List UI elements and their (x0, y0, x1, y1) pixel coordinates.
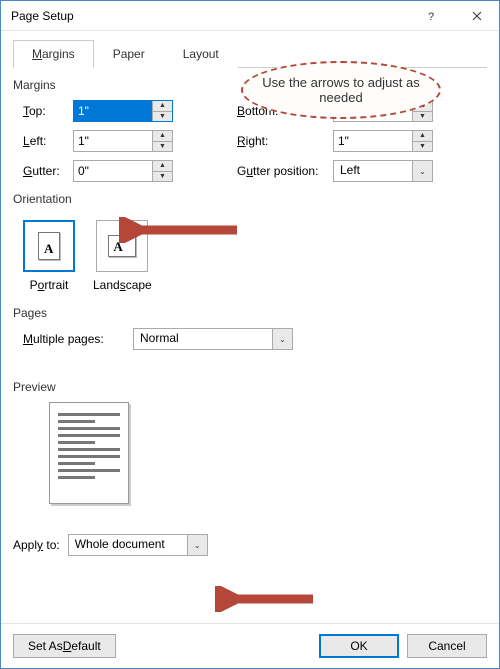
close-button[interactable] (454, 1, 499, 31)
right-input[interactable]: ▲ ▼ (333, 130, 433, 152)
titlebar: Page Setup ? (1, 1, 499, 31)
portrait-icon: A (23, 220, 75, 272)
right-spin-up[interactable]: ▲ (413, 131, 432, 141)
top-input-field[interactable] (74, 101, 152, 121)
top-spin-down[interactable]: ▼ (153, 111, 172, 122)
multiple-pages-select[interactable]: Normal ⌄ (133, 328, 293, 350)
annotation-callout-text: Use the arrows to adjust as needed (261, 75, 421, 105)
svg-text:?: ? (428, 11, 434, 21)
dialog-body: Use the arrows to adjust as needed (1, 31, 499, 566)
chevron-down-icon: ⌄ (187, 535, 207, 555)
tab-paper[interactable]: Paper (94, 40, 164, 68)
annotation-arrow-1 (119, 217, 239, 243)
left-spin-down[interactable]: ▼ (153, 141, 172, 152)
annotation-arrow-2 (215, 586, 315, 612)
window-title: Page Setup (11, 9, 409, 23)
apply-to-value: Whole document (69, 535, 187, 555)
ok-button[interactable]: OK (319, 634, 399, 658)
dialog-footer: Set As Default OK Cancel (1, 623, 499, 668)
multiple-pages-value: Normal (134, 329, 272, 349)
gutter-pos-label: Gutter position: (233, 164, 333, 178)
bottom-spin-down[interactable]: ▼ (413, 111, 432, 122)
preview-section-label: Preview (13, 380, 487, 394)
portrait-label: Portrait (30, 278, 69, 292)
right-spin-down[interactable]: ▼ (413, 141, 432, 152)
top-label: Top: (13, 104, 73, 118)
right-input-field[interactable] (334, 131, 412, 151)
tab-layout[interactable]: Layout (164, 40, 238, 68)
page-setup-dialog: Page Setup ? Use the arrows to adjust as… (0, 0, 500, 669)
left-input-field[interactable] (74, 131, 152, 151)
gutter-input[interactable]: ▲ ▼ (73, 160, 173, 182)
orientation-section-label: Orientation (13, 192, 487, 206)
gutter-spin-up[interactable]: ▲ (153, 161, 172, 171)
help-button[interactable]: ? (409, 1, 454, 31)
tab-bar: Margins Paper Layout (13, 39, 487, 68)
right-label: Right: (233, 134, 333, 148)
left-input[interactable]: ▲ ▼ (73, 130, 173, 152)
left-label: Left: (13, 134, 73, 148)
tab-margins[interactable]: Margins (13, 40, 94, 68)
top-input[interactable]: ▲ ▼ (73, 100, 173, 122)
top-spin-up[interactable]: ▲ (153, 101, 172, 111)
gutter-label: Gutter: (13, 164, 73, 178)
preview-thumbnail (49, 402, 129, 504)
annotation-callout: Use the arrows to adjust as needed (241, 61, 441, 119)
gutter-pos-select[interactable]: Left ⌄ (333, 160, 433, 182)
orientation-portrait[interactable]: A Portrait (23, 220, 75, 292)
apply-to-label: Apply to: (13, 538, 60, 552)
landscape-label: Landscape (93, 278, 152, 292)
chevron-down-icon: ⌄ (412, 161, 432, 181)
multiple-pages-label: Multiple pages: (23, 332, 133, 346)
gutter-pos-value: Left (334, 161, 412, 181)
pages-section-label: Pages (13, 306, 487, 320)
set-as-default-button[interactable]: Set As Default (13, 634, 116, 658)
cancel-button[interactable]: Cancel (407, 634, 487, 658)
gutter-spin-down[interactable]: ▼ (153, 171, 172, 182)
chevron-down-icon: ⌄ (272, 329, 292, 349)
apply-to-select[interactable]: Whole document ⌄ (68, 534, 208, 556)
left-spin-up[interactable]: ▲ (153, 131, 172, 141)
gutter-input-field[interactable] (74, 161, 152, 181)
